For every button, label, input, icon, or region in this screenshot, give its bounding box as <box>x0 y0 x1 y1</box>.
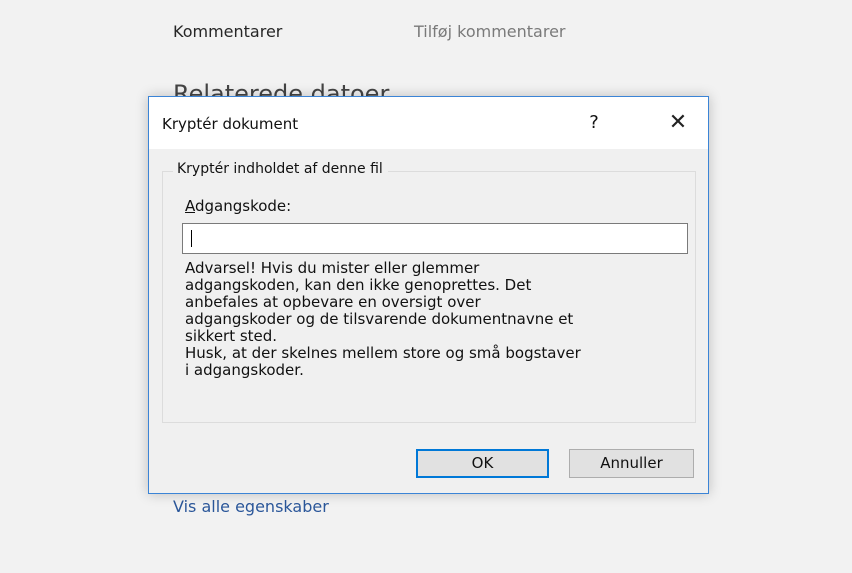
warning-line: Husk, at der skelnes mellem store og små… <box>185 344 581 362</box>
warning-line: sikkert sted. <box>185 327 278 345</box>
cancel-button[interactable]: Annuller <box>569 449 694 478</box>
warning-line: Advarsel! Hvis du mister eller glemmer <box>185 259 480 277</box>
password-label: Adgangskode: <box>185 197 291 215</box>
groupbox-title: Kryptér indholdet af denne fil <box>173 161 388 177</box>
password-input[interactable] <box>182 223 688 254</box>
close-icon[interactable]: ✕ <box>661 109 695 137</box>
show-all-properties-link[interactable]: Vis alle egenskaber <box>173 497 329 516</box>
dialog-title: Kryptér dokument <box>162 115 299 133</box>
add-comments-field[interactable]: Tilføj kommentarer <box>414 22 566 41</box>
dialog-titlebar: Kryptér dokument ? ✕ <box>149 97 708 149</box>
warning-line: adgangskoden, kan den ikke genoprettes. … <box>185 276 532 294</box>
help-icon[interactable]: ? <box>579 109 609 137</box>
warning-line: adgangskoder og de tilsvarende dokumentn… <box>185 310 574 328</box>
text-caret <box>191 230 192 247</box>
ok-button[interactable]: OK <box>416 449 549 478</box>
encrypt-document-dialog: Kryptér dokument ? ✕ Kryptér indholdet a… <box>148 96 709 494</box>
warning-line: i adgangskoder. <box>185 361 304 379</box>
password-label-accelerator: A <box>185 197 195 215</box>
password-label-text: dgangskode: <box>195 197 292 215</box>
comments-label: Kommentarer <box>173 22 283 41</box>
warning-text: Advarsel! Hvis du mister eller glemmer a… <box>185 260 695 379</box>
warning-line: anbefales at opbevare en oversigt over <box>185 293 481 311</box>
